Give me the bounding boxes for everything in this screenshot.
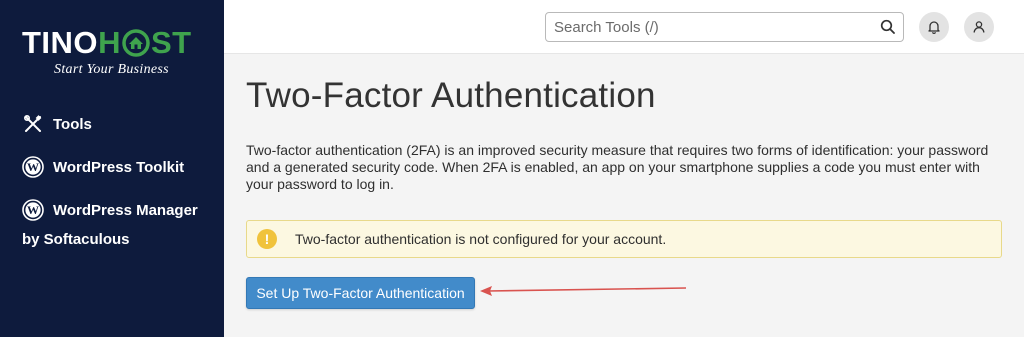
sidebar-item-label: WordPress Toolkit bbox=[53, 158, 185, 176]
logo[interactable]: TINO H ST Start Your Business bbox=[22, 26, 207, 78]
svg-text:W: W bbox=[27, 203, 39, 217]
logo-tagline: Start Your Business bbox=[54, 62, 169, 77]
wordpress-icon: W bbox=[22, 156, 44, 178]
sidebar: TINO H ST Start Your Business Tools W Wo… bbox=[0, 0, 224, 337]
warning-icon: ! bbox=[247, 221, 287, 257]
bell-icon bbox=[928, 21, 940, 34]
logo-text-st: ST bbox=[150, 25, 192, 60]
sidebar-item-label: Tools bbox=[53, 115, 92, 133]
sidebar-item-tools[interactable]: Tools bbox=[22, 113, 92, 135]
logo-text-host: H ST bbox=[98, 26, 192, 60]
tools-icon bbox=[22, 113, 44, 135]
logo-wordmark: TINO H ST bbox=[22, 26, 207, 60]
search-icon[interactable] bbox=[873, 12, 903, 42]
sidebar-item-label: WordPress Manager bbox=[53, 201, 198, 219]
sidebar-item-wordpress-manager[interactable]: W WordPress Manager bbox=[22, 199, 198, 221]
notifications-button[interactable] bbox=[919, 12, 949, 42]
page-description: Two-factor authentication (2FA) is an im… bbox=[246, 142, 989, 192]
user-icon bbox=[973, 21, 985, 33]
logo-text-tino: TINO bbox=[22, 25, 99, 60]
page-title: Two-Factor Authentication bbox=[246, 76, 656, 115]
search-input[interactable]: Search Tools (/) bbox=[546, 19, 873, 36]
wordpress-icon: W bbox=[22, 199, 44, 221]
setup-2fa-button[interactable]: Set Up Two-Factor Authentication bbox=[246, 277, 475, 309]
svg-text:W: W bbox=[27, 160, 39, 174]
house-logo-icon bbox=[122, 29, 150, 57]
user-menu-button[interactable] bbox=[964, 12, 994, 42]
warning-alert: ! Two-factor authentication is not confi… bbox=[246, 220, 1002, 258]
logo-text-h: H bbox=[98, 25, 121, 60]
top-bar: Search Tools (/) bbox=[224, 0, 1024, 54]
annotation-arrow-icon bbox=[480, 286, 687, 296]
alert-text: Two-factor authentication is not configu… bbox=[295, 231, 667, 247]
warning-icon-glyph: ! bbox=[257, 229, 277, 249]
search-box[interactable]: Search Tools (/) bbox=[545, 12, 904, 42]
sidebar-item-label-line2[interactable]: by Softaculous bbox=[22, 231, 130, 248]
sidebar-item-wordpress-toolkit[interactable]: W WordPress Toolkit bbox=[22, 156, 184, 178]
